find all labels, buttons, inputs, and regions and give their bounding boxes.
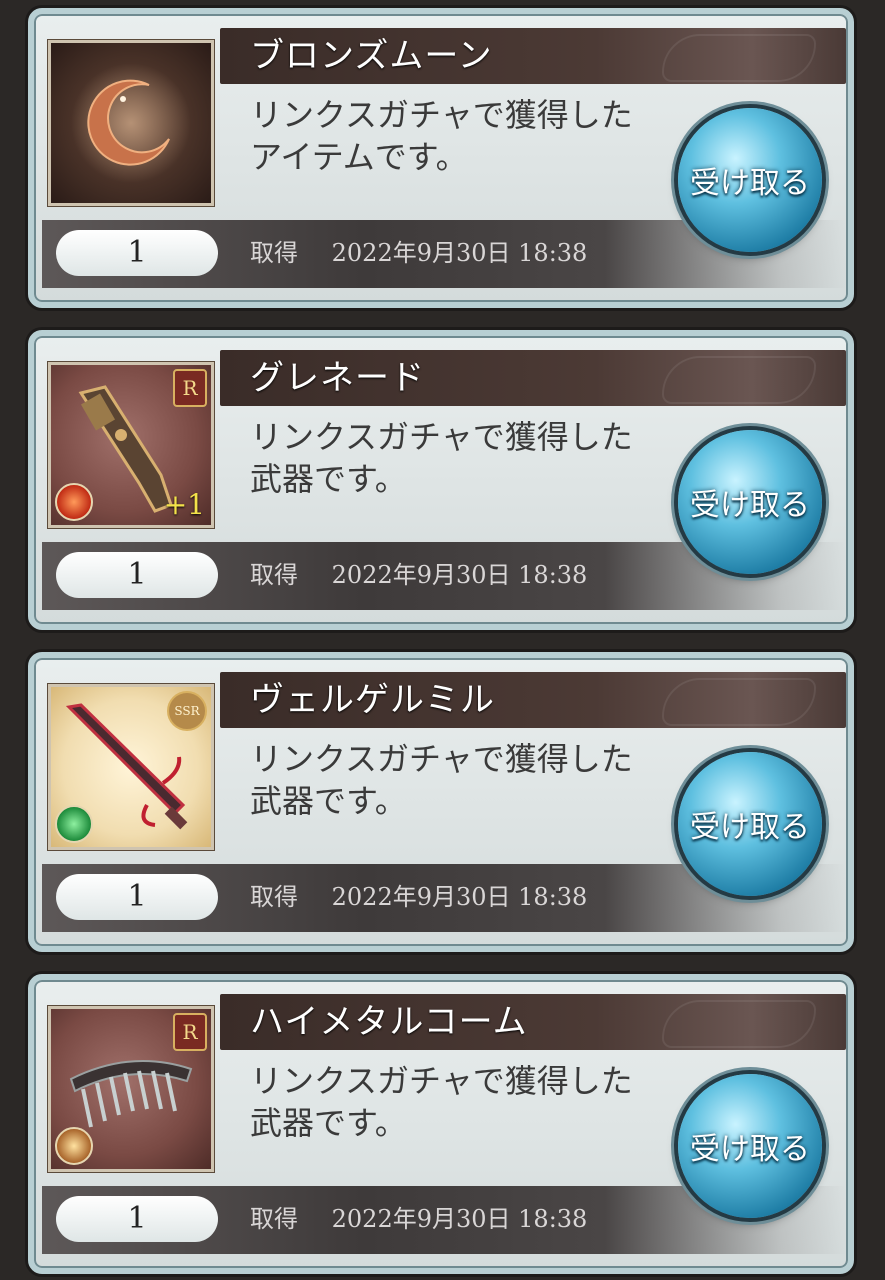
description-line-1: リンクスガチャで獲得した (250, 418, 633, 456)
item-description: リンクスガチャで獲得した 武器です。 (250, 416, 670, 500)
description-line-2: アイテムです。 (250, 138, 468, 176)
plus-level: +1 (163, 488, 205, 521)
light-element-icon (55, 1127, 93, 1165)
rarity-badge: R (173, 1013, 207, 1051)
rarity-badge: SSR (167, 691, 207, 731)
description-line-2: 武器です。 (250, 782, 407, 820)
present-card: ブロンズムーン リンクスガチャで獲得した アイテムです。 1 取得 2022年9… (28, 8, 854, 308)
acquired-time: 2022年9月30日 18:38 (331, 561, 588, 589)
quantity-pill: 1 (56, 1196, 218, 1242)
acquired-info: 取得 2022年9月30日 18:38 (250, 1196, 587, 1242)
receive-button[interactable]: 受け取る (678, 108, 822, 252)
quantity-pill: 1 (56, 874, 218, 920)
present-card: R ハイメタルコーム リンクスガチャで獲得した 武器です。 1 取得 2022年… (28, 974, 854, 1274)
acquired-label: 取得 (250, 561, 298, 589)
rarity-badge: R (173, 369, 207, 407)
acquired-time: 2022年9月30日 18:38 (331, 1205, 588, 1233)
item-thumbnail[interactable]: R (48, 1006, 214, 1172)
item-name: ブロンズムーン (250, 36, 493, 76)
acquired-info: 取得 2022年9月30日 18:38 (250, 874, 587, 920)
receive-button[interactable]: 受け取る (678, 752, 822, 896)
receive-button[interactable]: 受け取る (678, 430, 822, 574)
item-name: ハイメタルコーム (250, 1002, 528, 1042)
acquired-time: 2022年9月30日 18:38 (331, 883, 588, 911)
description-line-2: 武器です。 (250, 1104, 407, 1142)
description-line-1: リンクスガチャで獲得した (250, 1062, 633, 1100)
description-line-1: リンクスガチャで獲得した (250, 740, 633, 778)
acquired-time: 2022年9月30日 18:38 (331, 239, 588, 267)
quantity-pill: 1 (56, 230, 218, 276)
item-thumbnail[interactable]: SSR (48, 684, 214, 850)
present-card: R +1 グレネード リンクスガチャで獲得した 武器です。 1 取得 2022年… (28, 330, 854, 630)
item-thumbnail[interactable]: R +1 (48, 362, 214, 528)
present-list: ブロンズムーン リンクスガチャで獲得した アイテムです。 1 取得 2022年9… (0, 0, 885, 1280)
acquired-info: 取得 2022年9月30日 18:38 (250, 230, 587, 276)
description-line-2: 武器です。 (250, 460, 407, 498)
item-description: リンクスガチャで獲得した アイテムです。 (250, 94, 670, 178)
acquired-info: 取得 2022年9月30日 18:38 (250, 552, 587, 598)
acquired-label: 取得 (250, 239, 298, 267)
fire-element-icon (55, 483, 93, 521)
quantity-pill: 1 (56, 552, 218, 598)
acquired-label: 取得 (250, 883, 298, 911)
wind-element-icon (55, 805, 93, 843)
item-description: リンクスガチャで獲得した 武器です。 (250, 1060, 670, 1144)
receive-button[interactable]: 受け取る (678, 1074, 822, 1218)
item-name: グレネード (250, 358, 425, 398)
item-description: リンクスガチャで獲得した 武器です。 (250, 738, 670, 822)
bronze-moon-icon (71, 63, 191, 183)
item-thumbnail[interactable] (48, 40, 214, 206)
present-card: SSR ヴェルゲルミル リンクスガチャで獲得した 武器です。 1 取得 2022… (28, 652, 854, 952)
item-name: ヴェルゲルミル (250, 680, 495, 720)
description-line-1: リンクスガチャで獲得した (250, 96, 633, 134)
acquired-label: 取得 (250, 1205, 298, 1233)
